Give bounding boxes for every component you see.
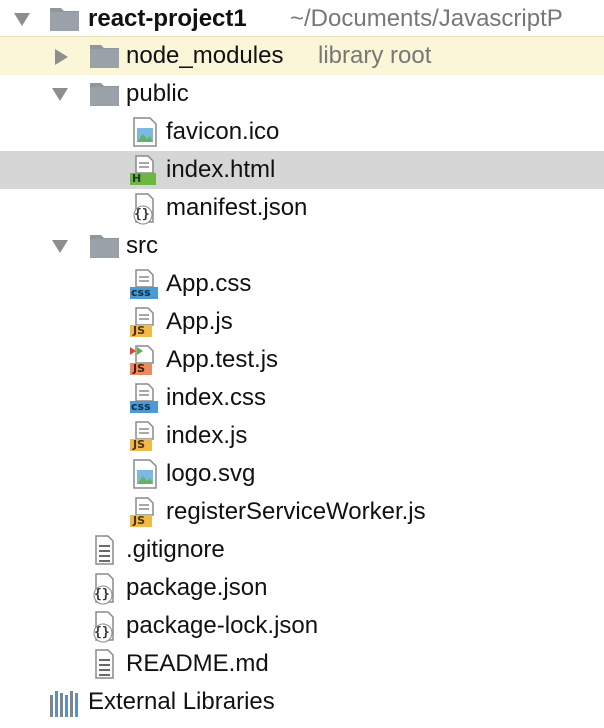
tree-row-index-html[interactable]: H index.html <box>0 151 604 189</box>
file-label: manifest.json <box>166 194 308 221</box>
tree-row-app-test-js[interactable]: JS App.test.js <box>0 341 604 379</box>
library-root-hint: library root <box>318 42 432 69</box>
tree-row-manifest[interactable]: {} manifest.json <box>0 189 604 227</box>
expand-arrow-down-icon[interactable] <box>50 75 72 113</box>
test-file-icon: JS <box>128 343 162 377</box>
json-badge-text: {} <box>134 207 150 222</box>
expand-arrow-right-icon[interactable] <box>52 37 74 75</box>
folder-icon <box>88 39 122 73</box>
json-file-icon: {} <box>128 191 162 225</box>
css-badge-text: css <box>131 400 151 413</box>
tree-row-project-root[interactable]: react-project1 ~/Documents/JavascriptP <box>0 0 604 38</box>
css-file-icon: css <box>128 267 162 301</box>
tree-row-app-css[interactable]: css App.css <box>0 265 604 303</box>
file-label: .gitignore <box>126 536 225 563</box>
file-label: index.html <box>166 156 276 183</box>
project-tree: react-project1 ~/Documents/JavascriptP n… <box>0 0 604 728</box>
project-path: ~/Documents/JavascriptP <box>290 5 563 32</box>
file-label: App.test.js <box>166 346 279 373</box>
json-badge-text: {} <box>94 587 110 602</box>
file-label: registerServiceWorker.js <box>166 498 426 525</box>
text-file-icon <box>88 533 122 567</box>
json-file-icon: {} <box>88 609 122 643</box>
css-badge-text: css <box>131 286 151 299</box>
tree-row-package-lock-json[interactable]: {} package-lock.json <box>0 607 604 645</box>
text-file-icon <box>88 647 122 681</box>
tree-row-index-js[interactable]: JS index.js <box>0 417 604 455</box>
tree-row-package-json[interactable]: {} package.json <box>0 569 604 607</box>
tree-row-gitignore[interactable]: .gitignore <box>0 531 604 569</box>
folder-label: src <box>126 232 158 259</box>
libraries-icon <box>48 685 82 719</box>
tree-row-index-css[interactable]: css index.css <box>0 379 604 417</box>
image-file-icon <box>128 457 162 491</box>
expand-arrow-down-icon[interactable] <box>50 227 72 265</box>
js-badge-text: JS <box>133 362 146 375</box>
file-label: index.js <box>166 422 248 449</box>
file-label: App.js <box>166 308 233 335</box>
file-label: index.css <box>166 384 267 411</box>
json-badge-text: {} <box>94 625 110 640</box>
tree-row-node-modules[interactable]: node_modules library root <box>0 37 604 75</box>
file-label: App.css <box>166 270 252 297</box>
js-badge-text: JS <box>133 438 146 451</box>
image-file-icon <box>128 115 162 149</box>
tree-row-readme[interactable]: README.md <box>0 645 604 683</box>
tree-row-external-libraries[interactable]: External Libraries <box>0 683 604 721</box>
folder-icon <box>88 77 122 111</box>
file-label: package.json <box>126 574 268 601</box>
tree-row-logo-svg[interactable]: logo.svg <box>0 455 604 493</box>
expand-arrow-down-icon[interactable] <box>12 0 34 38</box>
tree-row-public[interactable]: public <box>0 75 604 113</box>
js-file-icon: JS <box>128 419 162 453</box>
folder-label: node_modules <box>126 42 284 69</box>
folder-icon <box>88 229 122 263</box>
js-badge-text: JS <box>133 324 146 337</box>
json-file-icon: {} <box>88 571 122 605</box>
project-name: react-project1 <box>88 5 247 32</box>
tree-row-favicon[interactable]: favicon.ico <box>0 113 604 151</box>
project-folder-icon <box>48 2 82 36</box>
html-badge-text: H <box>132 172 142 185</box>
folder-label: public <box>126 80 189 107</box>
js-file-icon: JS <box>128 305 162 339</box>
css-file-icon: css <box>128 381 162 415</box>
file-label: package-lock.json <box>126 612 319 639</box>
file-label: favicon.ico <box>166 118 280 145</box>
js-badge-text: JS <box>133 514 146 527</box>
file-label: logo.svg <box>166 460 256 487</box>
file-label: README.md <box>126 650 269 677</box>
tree-row-src[interactable]: src <box>0 227 604 265</box>
tree-row-app-js[interactable]: JS App.js <box>0 303 604 341</box>
js-file-icon: JS <box>128 495 162 529</box>
tree-row-register-service-worker[interactable]: JS registerServiceWorker.js <box>0 493 604 531</box>
html-file-icon: H <box>128 153 162 187</box>
external-libraries-label: External Libraries <box>88 688 275 715</box>
